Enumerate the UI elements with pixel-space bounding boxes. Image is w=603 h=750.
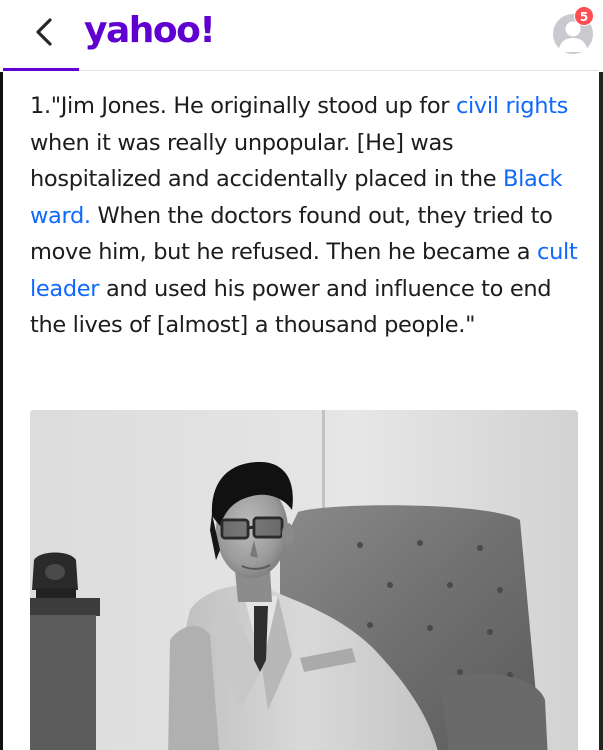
chevron-left-icon bbox=[36, 18, 52, 46]
screen-right-border bbox=[599, 0, 603, 750]
link-civil-rights[interactable]: civil rights bbox=[456, 93, 568, 119]
article-photo[interactable] bbox=[30, 410, 578, 750]
article-body: 1."Jim Jones. He originally stood up for… bbox=[30, 88, 582, 344]
article-text: and used his power and influence to end … bbox=[30, 275, 552, 339]
back-button[interactable] bbox=[26, 14, 62, 50]
photo-image bbox=[30, 410, 578, 750]
article-text: when it was really unpopular. [He] was h… bbox=[30, 129, 504, 193]
header-divider bbox=[79, 70, 599, 71]
top-header: yahoo! 5 bbox=[0, 0, 603, 72]
yahoo-logo[interactable]: yahoo! bbox=[84, 6, 216, 56]
active-tab-indicator bbox=[3, 68, 79, 71]
notification-badge[interactable]: 5 bbox=[574, 6, 594, 26]
article-text: 1."Jim Jones. He originally stood up for bbox=[30, 93, 456, 119]
article-text: When the doctors found out, they tried t… bbox=[30, 202, 553, 266]
app-screen: yahoo! 5 1."Jim Jones. He originally sto… bbox=[0, 0, 603, 750]
screen-left-border bbox=[0, 0, 3, 750]
